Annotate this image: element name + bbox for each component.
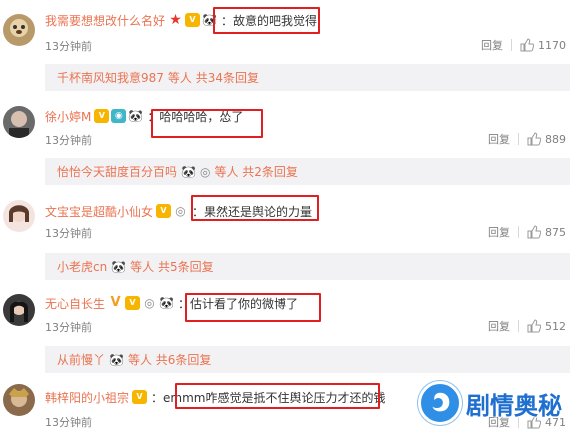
divider	[518, 226, 519, 238]
watermark: 剧情奥秘	[418, 381, 562, 425]
vip-icon[interactable]: V	[156, 204, 172, 218]
camera-icon: ◉	[111, 109, 127, 123]
reply-user[interactable]: 从前慢丫	[57, 351, 105, 368]
reply-summary[interactable]: 千杯南风知我意987 等人 共34条回复	[45, 64, 570, 91]
highlight-box	[185, 293, 321, 322]
panda-icon: 🐼	[181, 164, 196, 179]
v-icon: V	[110, 295, 121, 310]
comment-item: 无心自长生 V V ◎ 🐼 ：估计看了你的微博了 13分钟前 回复 512	[0, 284, 570, 344]
reply-count[interactable]: 等人 共34条回复	[168, 69, 259, 86]
timestamp: 13分钟前	[45, 227, 92, 240]
highlight-box	[151, 109, 263, 138]
like-icon[interactable]	[527, 319, 542, 333]
ring-icon: ◎	[144, 296, 155, 310]
panda-icon: 🐼	[111, 259, 127, 274]
highlight-box	[175, 383, 380, 409]
timestamp: 13分钟前	[45, 40, 92, 53]
highlight-box	[191, 195, 319, 221]
username[interactable]: 文宝宝是超酷小仙女	[45, 203, 153, 220]
star-icon: ★	[169, 12, 182, 28]
like-count: 1170	[538, 38, 566, 52]
reply-button[interactable]: 回复	[488, 224, 510, 240]
divider	[518, 320, 519, 332]
reply-summary[interactable]: 小老虎cn 🐼 等人 共5条回复	[45, 253, 570, 280]
reply-button[interactable]: 回复	[488, 318, 510, 334]
avatar[interactable]	[3, 384, 35, 416]
watermark-text: 剧情奥秘	[466, 391, 562, 420]
reply-count[interactable]: 等人 共2条回复	[214, 163, 297, 180]
avatar[interactable]	[3, 14, 35, 46]
avatar[interactable]	[3, 200, 35, 232]
comment-item: 徐小婷M V ◉ 🐼 ：哈哈哈哈，怂了 13分钟前 回复 889	[0, 96, 570, 158]
divider	[511, 39, 512, 51]
comment-item: 我需要想想改什么名好 ★ V 🐼 ：故意的吧我觉得 13分钟前 回复 1170	[0, 0, 570, 62]
timestamp: 13分钟前	[45, 321, 92, 334]
like-icon[interactable]	[527, 225, 542, 239]
reply-button[interactable]: 回复	[481, 37, 503, 53]
ring-icon: ◎	[199, 164, 211, 179]
vip-icon[interactable]: V	[132, 390, 148, 404]
panda-icon: 🐼	[109, 352, 124, 367]
reply-button[interactable]: 回复	[488, 131, 510, 147]
avatar[interactable]	[3, 106, 35, 138]
reply-user[interactable]: 小老虎cn	[57, 258, 107, 275]
divider	[518, 133, 519, 145]
panda-icon: 🐼	[128, 109, 144, 123]
like-icon[interactable]	[520, 38, 535, 52]
like-count: 512	[545, 319, 566, 333]
highlight-box	[213, 7, 320, 34]
reply-count[interactable]: 等人 共5条回复	[130, 258, 213, 275]
reply-summary[interactable]: 怡怡今天甜度百分百吗 🐼 ◎ 等人 共2条回复	[45, 158, 570, 185]
timestamp: 13分钟前	[45, 416, 92, 429]
vip-icon[interactable]: V	[185, 13, 201, 27]
username[interactable]: 徐小婷M	[45, 108, 91, 125]
vip-icon[interactable]: V	[94, 109, 110, 123]
reply-summary[interactable]: 从前慢丫 🐼 等人 共6条回复	[45, 346, 570, 373]
username[interactable]: 韩梓阳的小祖宗	[45, 389, 129, 406]
reply-count[interactable]: 等人 共6条回复	[128, 351, 211, 368]
like-count: 889	[545, 132, 566, 146]
username[interactable]: 我需要想想改什么名好	[45, 12, 165, 29]
reply-user[interactable]: 千杯南风知我意987	[57, 69, 164, 86]
vip-icon[interactable]: V	[125, 296, 141, 310]
timestamp: 13分钟前	[45, 134, 92, 147]
reply-user[interactable]: 怡怡今天甜度百分百吗	[57, 163, 177, 180]
panda-icon: 🐼	[159, 296, 174, 310]
like-count: 875	[545, 225, 566, 239]
like-icon[interactable]	[527, 132, 542, 146]
watermark-logo-icon	[418, 381, 462, 425]
comment-item: 文宝宝是超酷小仙女 V ◎ ：果然还是舆论的力量 13分钟前 回复 875	[0, 192, 570, 250]
username[interactable]: 无心自长生	[45, 295, 105, 312]
ring-icon: ◎	[175, 204, 186, 218]
avatar[interactable]	[3, 294, 35, 326]
